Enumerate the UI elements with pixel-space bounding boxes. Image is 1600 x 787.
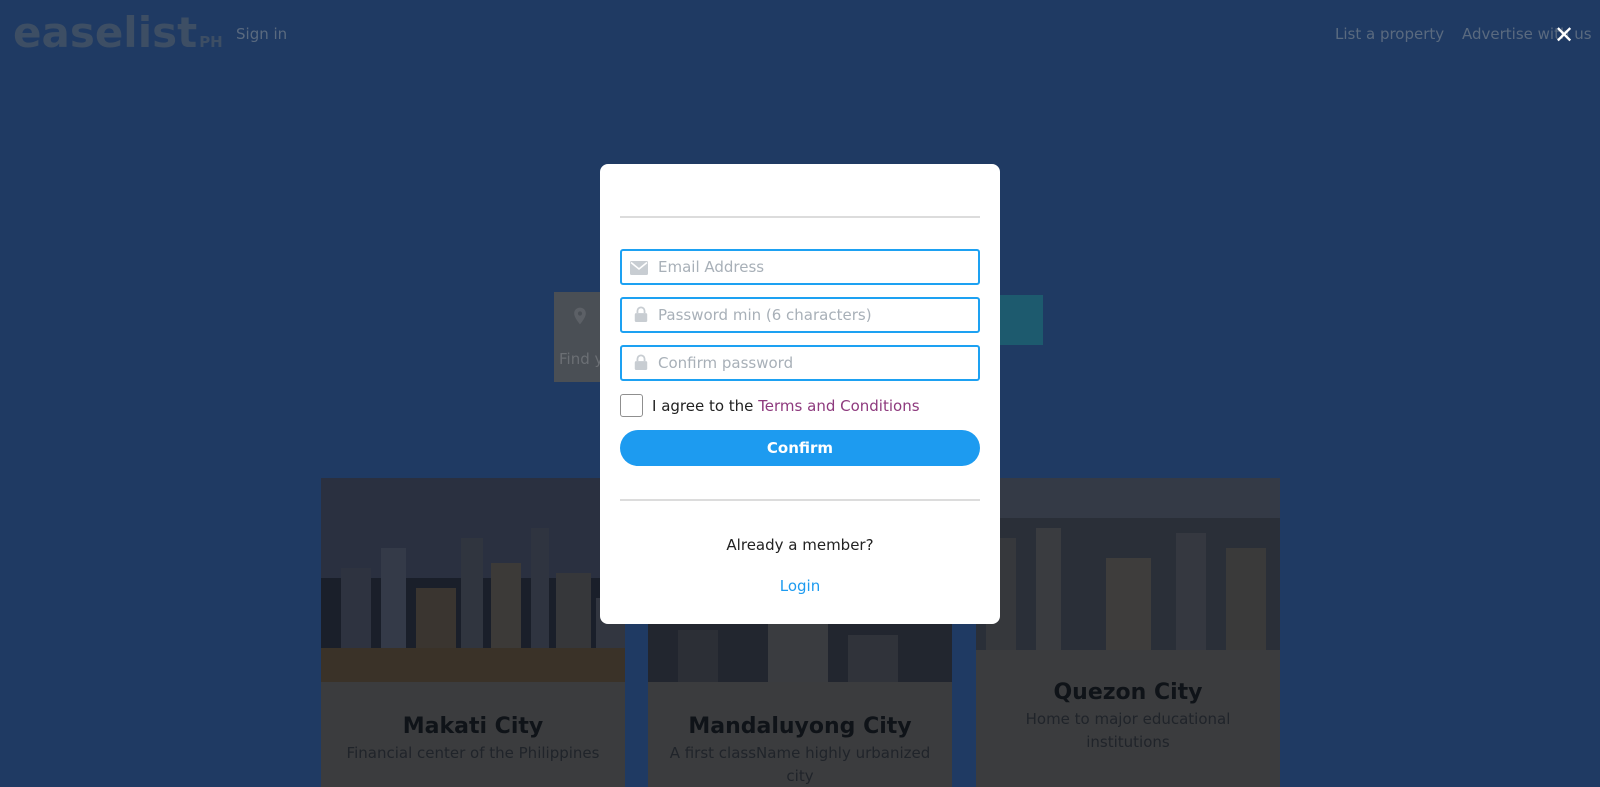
email-field[interactable] — [620, 249, 980, 285]
top-divider — [620, 216, 980, 218]
login-link[interactable]: Login — [600, 577, 1000, 595]
confirm-password-input[interactable] — [658, 347, 976, 379]
agree-prefix: I agree to the — [652, 397, 759, 415]
password-input[interactable] — [658, 299, 976, 331]
confirm-button[interactable]: Confirm — [620, 430, 980, 466]
email-input[interactable] — [658, 251, 976, 283]
lock-icon — [634, 306, 648, 322]
already-member-text: Already a member? — [726, 536, 874, 554]
modal-overlay: ✕ I agree to — [0, 0, 1600, 787]
terms-checkbox[interactable] — [620, 394, 643, 417]
close-icon[interactable]: ✕ — [1553, 23, 1575, 47]
password-field[interactable] — [620, 297, 980, 333]
agree-text: I agree to the Terms and Conditions — [652, 397, 920, 415]
terms-agreement-row: I agree to the Terms and Conditions — [620, 394, 980, 418]
lock-icon — [634, 354, 648, 370]
confirm-password-field[interactable] — [620, 345, 980, 381]
bottom-divider — [620, 499, 980, 501]
envelope-icon — [630, 261, 648, 275]
terms-link[interactable]: Terms and Conditions — [758, 397, 919, 415]
signup-modal: I agree to the Terms and Conditions Conf… — [600, 164, 1000, 624]
